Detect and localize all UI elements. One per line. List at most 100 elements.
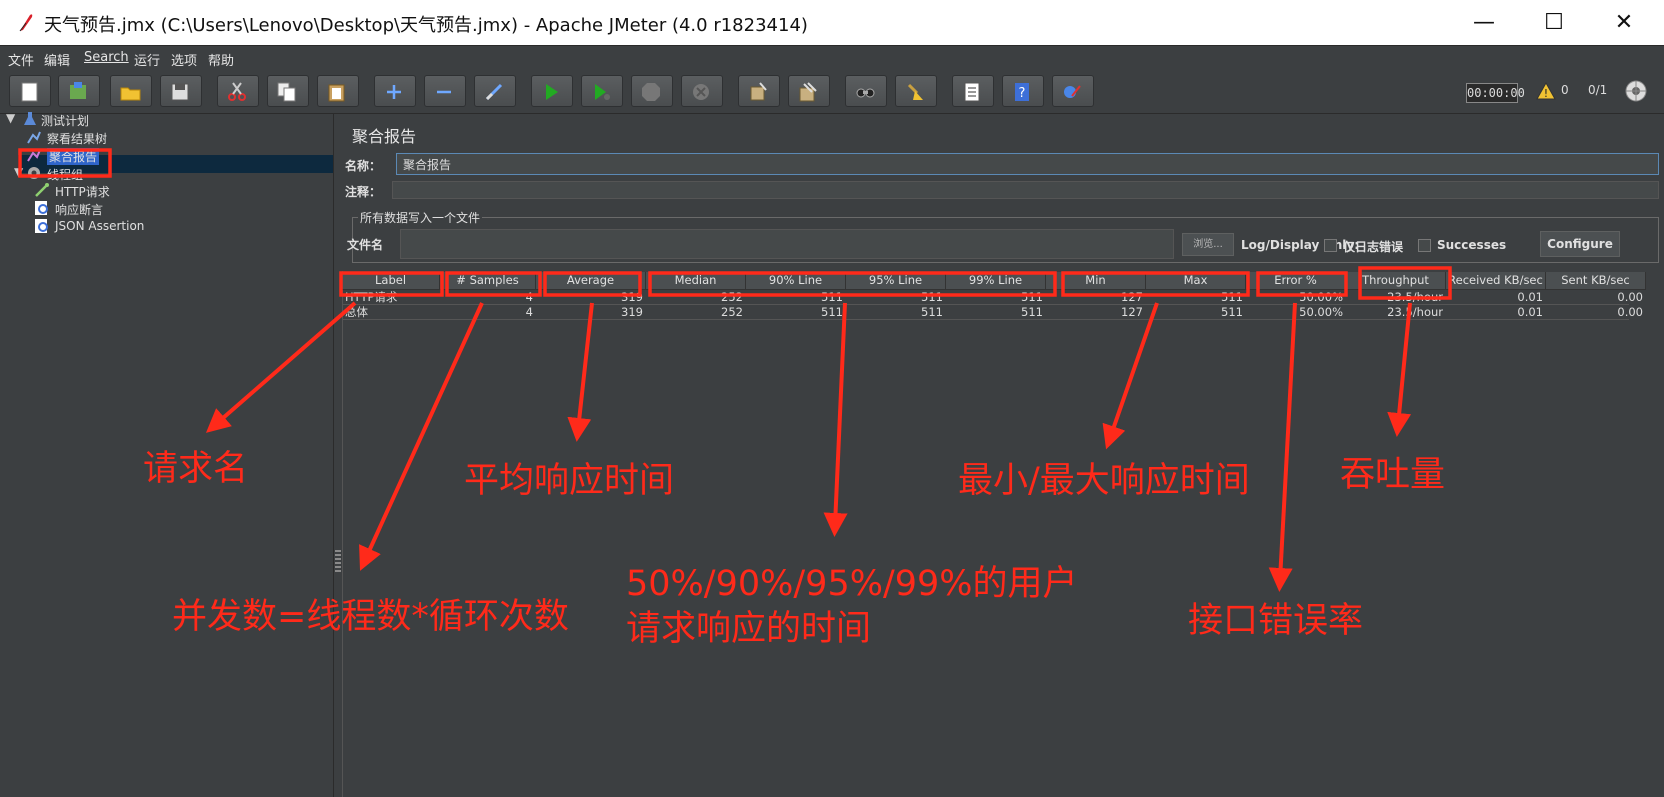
annotation-throughput: 吞吐量 bbox=[1340, 455, 1446, 495]
col-header-label[interactable]: Label bbox=[342, 272, 440, 290]
panel-title: 聚合报告 bbox=[352, 127, 417, 146]
copy-button[interactable] bbox=[267, 75, 309, 107]
toggle-icon bbox=[485, 83, 503, 101]
log-display-only-label: Log/Display Only: bbox=[1241, 238, 1359, 252]
start-icon bbox=[546, 84, 558, 100]
col-header-min[interactable]: Min bbox=[1046, 272, 1146, 290]
start-button[interactable] bbox=[531, 75, 573, 107]
col-header-sent[interactable]: Sent KB/sec bbox=[1546, 272, 1646, 290]
col-header-95-line[interactable]: 95% Line bbox=[846, 272, 946, 290]
menu-file[interactable]: 文件 bbox=[8, 50, 34, 69]
new-icon bbox=[21, 82, 38, 102]
maximize-button[interactable]: ☐ bbox=[1524, 6, 1584, 40]
errors-only-label: 仅日志错误 bbox=[1343, 240, 1404, 254]
remote-button[interactable] bbox=[1052, 75, 1094, 107]
col-header-median[interactable]: Median bbox=[646, 272, 746, 290]
save-button[interactable] bbox=[160, 75, 202, 107]
menu-edit[interactable]: 编辑 bbox=[44, 50, 70, 69]
paste-button[interactable] bbox=[317, 75, 359, 107]
cell-label: HTTP请求 bbox=[345, 290, 398, 304]
help-button[interactable]: ? bbox=[1002, 75, 1044, 107]
toggle-button[interactable] bbox=[474, 75, 516, 107]
filename-label: 文件名 bbox=[347, 238, 384, 252]
cell-samples: 4 bbox=[525, 305, 533, 319]
cut-button[interactable] bbox=[217, 75, 259, 107]
splitter-grip[interactable] bbox=[335, 550, 341, 572]
tree-item-results-tree[interactable]: 察看结果树 bbox=[26, 129, 326, 147]
successes-label: Successes bbox=[1437, 238, 1507, 252]
cell-90-line: 511 bbox=[821, 290, 843, 304]
function-helper-button[interactable] bbox=[952, 75, 994, 107]
search-button[interactable] bbox=[845, 75, 887, 107]
cell-error: 50.00% bbox=[1299, 305, 1343, 319]
pipette-icon bbox=[35, 183, 49, 197]
templates-button[interactable] bbox=[58, 75, 100, 107]
minimize-button[interactable]: — bbox=[1454, 6, 1514, 40]
tree-item-aggregate-report[interactable]: 聚合报告 bbox=[26, 147, 326, 165]
browse-button[interactable]: 浏览... bbox=[1182, 233, 1234, 256]
col-header-max[interactable]: Max bbox=[1146, 272, 1246, 290]
col-header-throughput[interactable]: Throughput bbox=[1346, 272, 1446, 290]
elapsed-timer: 00:00:00 bbox=[1466, 83, 1525, 103]
cell-max: 511 bbox=[1221, 290, 1243, 304]
new-button[interactable] bbox=[9, 75, 51, 107]
cut-icon bbox=[228, 82, 246, 101]
col-header-received[interactable]: Received KB/sec bbox=[1446, 272, 1546, 290]
tree-item-http-request[interactable]: HTTP请求 bbox=[34, 182, 326, 200]
filename-input[interactable] bbox=[400, 229, 1174, 259]
clear-all-button[interactable] bbox=[788, 75, 830, 107]
annotation-percentiles-2: 请求响应的时间 bbox=[626, 609, 872, 649]
expand-button[interactable] bbox=[374, 75, 416, 107]
col-header-average[interactable]: Average bbox=[536, 272, 646, 290]
annotation-label: 请求名 bbox=[143, 449, 249, 489]
tree-expand-icon[interactable]: ▼ bbox=[6, 111, 15, 125]
open-icon bbox=[120, 87, 141, 101]
col-header-samples[interactable]: # Samples bbox=[440, 272, 536, 290]
svg-text:?: ? bbox=[1019, 86, 1026, 101]
active-threads: 0/1 bbox=[1588, 83, 1608, 97]
errors-only-checkbox[interactable] bbox=[1324, 239, 1337, 252]
splitter[interactable] bbox=[334, 114, 342, 797]
tree-expand-icon[interactable]: ▼ bbox=[14, 165, 23, 179]
name-input[interactable]: 聚合报告 bbox=[396, 153, 1659, 175]
collapse-icon bbox=[437, 90, 451, 94]
tree-item-test-plan[interactable]: ▼ 测试计划 bbox=[6, 111, 326, 129]
cell-median: 252 bbox=[721, 290, 743, 304]
menu-options[interactable]: 选项 bbox=[171, 50, 197, 69]
collapse-button[interactable] bbox=[424, 75, 466, 107]
table-side-area bbox=[1630, 271, 1664, 797]
gear-icon bbox=[28, 167, 40, 179]
close-button[interactable]: ✕ bbox=[1594, 6, 1654, 40]
menu-run[interactable]: 运行 bbox=[134, 50, 160, 69]
reset-search-button[interactable] bbox=[895, 75, 937, 107]
configure-button[interactable]: Configure bbox=[1540, 231, 1620, 257]
open-button[interactable] bbox=[110, 75, 152, 107]
cell-90-line: 511 bbox=[821, 305, 843, 319]
start-no-pause-button[interactable] bbox=[581, 75, 623, 107]
tree-item-json-assertion[interactable]: JSON Assertion bbox=[34, 218, 326, 236]
cell-average: 319 bbox=[621, 305, 643, 319]
tree-item-response-assertion[interactable]: 响应断言 bbox=[34, 200, 326, 218]
stop-button[interactable] bbox=[631, 75, 673, 107]
cell-samples: 4 bbox=[525, 290, 533, 304]
col-header-90-line[interactable]: 90% Line bbox=[746, 272, 846, 290]
successes-checkbox[interactable] bbox=[1418, 239, 1431, 252]
clear-button[interactable] bbox=[738, 75, 780, 107]
cell-received: 0.01 bbox=[1517, 290, 1543, 304]
cell-label: 总体 bbox=[345, 305, 368, 319]
menu-help[interactable]: 帮助 bbox=[208, 50, 234, 69]
warning-icon[interactable]: ! bbox=[1536, 82, 1556, 100]
cell-received: 0.01 bbox=[1517, 305, 1543, 319]
col-header-99-line[interactable]: 99% Line bbox=[946, 272, 1046, 290]
menu-search[interactable]: Search bbox=[84, 50, 129, 65]
row-divider bbox=[342, 319, 1629, 320]
listener-icon bbox=[27, 149, 41, 162]
lafmode-globe-icon[interactable] bbox=[1624, 79, 1648, 103]
comment-input[interactable] bbox=[392, 181, 1659, 199]
cell-median: 252 bbox=[721, 305, 743, 319]
col-header-error[interactable]: Error % bbox=[1246, 272, 1346, 290]
shutdown-button[interactable] bbox=[681, 75, 723, 107]
paste-icon bbox=[328, 84, 345, 102]
cell-sent: 0.00 bbox=[1617, 290, 1643, 304]
tree-item-thread-group[interactable]: ▼ 线程组 bbox=[14, 165, 326, 183]
